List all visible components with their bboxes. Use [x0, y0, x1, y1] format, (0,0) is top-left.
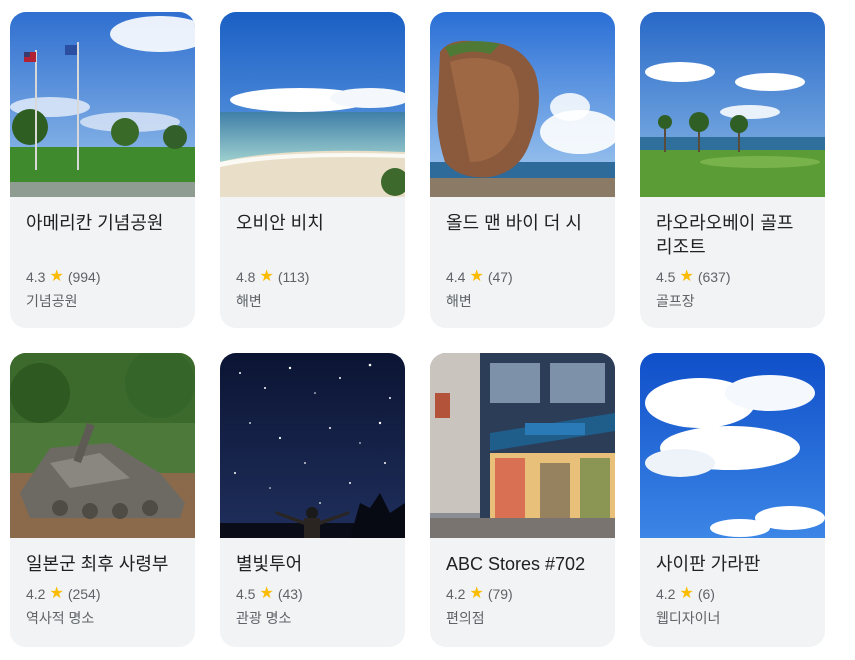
place-title: 아메리칸 기념공원 — [26, 213, 164, 233]
place-photo — [430, 12, 615, 197]
rating-row: 4.2 ★ (6) — [656, 584, 809, 604]
rating-value: 4.3 — [26, 269, 46, 285]
place-title: 일본군 최후 사령부 — [26, 554, 169, 574]
rating-value: 4.5 — [656, 269, 676, 285]
place-category: 해변 — [446, 293, 472, 309]
star-icon: ★ — [679, 585, 694, 602]
rating-row: 4.8 ★ (113) — [236, 267, 389, 287]
star-icon: ★ — [469, 268, 484, 285]
place-card[interactable]: ABC Stores #702 4.2 ★ (79) 편의점 — [430, 353, 615, 647]
place-category: 해변 — [236, 293, 262, 309]
rating-row: 4.4 ★ (47) — [446, 267, 599, 287]
places-row-2: 일본군 최후 사령부 4.2 ★ (254) 역사적 명소 별빛투어 4.5 ★… — [10, 353, 825, 647]
review-count: (6) — [697, 586, 715, 602]
star-icon: ★ — [49, 585, 64, 602]
place-category: 웹디자이너 — [656, 610, 721, 626]
place-card[interactable]: 아메리칸 기념공원 4.3 ★ (994) 기념공원 — [10, 12, 195, 328]
place-category: 기념공원 — [26, 293, 78, 309]
place-card[interactable]: 사이판 가라판 4.2 ★ (6) 웹디자이너 — [640, 353, 825, 647]
place-title: 올드 맨 바이 더 시 — [446, 213, 582, 233]
rating-row: 4.5 ★ (637) — [656, 267, 809, 287]
place-title: 사이판 가라판 — [656, 554, 761, 574]
places-row-1: 아메리칸 기념공원 4.3 ★ (994) 기념공원 오비안 비치 4.8 ★ … — [10, 12, 825, 328]
rating-value: 4.4 — [446, 269, 466, 285]
place-photo — [640, 353, 825, 538]
place-title: 별빛투어 — [236, 554, 303, 574]
review-count: (254) — [67, 586, 101, 602]
rating-value: 4.2 — [26, 586, 46, 602]
place-photo — [640, 12, 825, 197]
place-title: 오비안 비치 — [236, 213, 324, 233]
review-count: (43) — [277, 586, 303, 602]
review-count: (637) — [697, 269, 731, 285]
place-card[interactable]: 일본군 최후 사령부 4.2 ★ (254) 역사적 명소 — [10, 353, 195, 647]
review-count: (113) — [277, 269, 310, 285]
place-title: 라오라오베이 골프 리조트 — [656, 213, 794, 257]
rating-value: 4.2 — [656, 586, 676, 602]
star-icon: ★ — [259, 268, 274, 285]
rating-value: 4.5 — [236, 586, 256, 602]
review-count: (79) — [487, 586, 513, 602]
rating-row: 4.2 ★ (254) — [26, 584, 179, 604]
place-photo — [220, 12, 405, 197]
rating-row: 4.3 ★ (994) — [26, 267, 179, 287]
place-card[interactable]: 별빛투어 4.5 ★ (43) 관광 명소 — [220, 353, 405, 647]
rating-value: 4.8 — [236, 269, 256, 285]
rating-row: 4.2 ★ (79) — [446, 584, 599, 604]
place-title: ABC Stores #702 — [446, 554, 586, 574]
review-count: (47) — [487, 269, 513, 285]
place-photo — [220, 353, 405, 538]
review-count: (994) — [67, 269, 101, 285]
star-icon: ★ — [679, 268, 694, 285]
place-photo — [10, 12, 195, 197]
place-category: 역사적 명소 — [26, 610, 95, 626]
star-icon: ★ — [259, 585, 274, 602]
place-photo — [10, 353, 195, 538]
place-card[interactable]: 라오라오베이 골프 리조트 4.5 ★ (637) 골프장 — [640, 12, 825, 328]
rating-value: 4.2 — [446, 586, 466, 602]
place-card[interactable]: 올드 맨 바이 더 시 4.4 ★ (47) 해변 — [430, 12, 615, 328]
place-photo — [430, 353, 615, 538]
place-category: 관광 명소 — [236, 610, 292, 626]
star-icon: ★ — [49, 268, 64, 285]
star-icon: ★ — [469, 585, 484, 602]
place-category: 편의점 — [446, 610, 485, 626]
place-card[interactable]: 오비안 비치 4.8 ★ (113) 해변 — [220, 12, 405, 328]
place-category: 골프장 — [656, 293, 695, 309]
rating-row: 4.5 ★ (43) — [236, 584, 389, 604]
